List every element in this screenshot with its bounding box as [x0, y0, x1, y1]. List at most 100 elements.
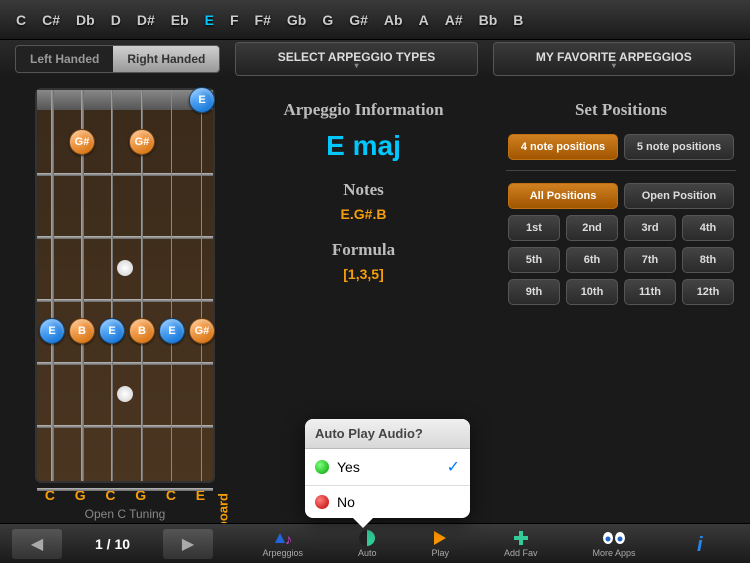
more-apps-label: More Apps [592, 548, 635, 558]
formula-value: [1,3,5] [235, 266, 492, 282]
string [171, 90, 172, 481]
fret-note[interactable]: E [189, 87, 215, 113]
info-icon: i [690, 535, 712, 553]
left-handed-button[interactable]: Left Handed [16, 46, 113, 72]
positions-title: Set Positions [502, 100, 740, 120]
key-B[interactable]: B [505, 8, 531, 32]
fret-note[interactable]: G# [189, 318, 215, 344]
tuning-label: Open C Tuning [35, 507, 215, 521]
position-1st[interactable]: 1st [508, 215, 560, 241]
info-key: E maj [235, 130, 492, 162]
fret-note[interactable]: B [69, 318, 95, 344]
auto-play-popover: Auto Play Audio? Yes ✓ No [305, 419, 470, 518]
key-Gsharp[interactable]: G# [341, 8, 376, 32]
fret-note[interactable]: E [39, 318, 65, 344]
prev-page-button[interactable]: ◀ [12, 529, 62, 559]
arpeggios-button[interactable]: ♪ Arpeggios [262, 529, 303, 558]
key-selector-bar: CC#DbDD#EbEFF#GbGG#AbAA#BbB [0, 0, 750, 40]
key-E[interactable]: E [197, 8, 222, 32]
play-button[interactable]: Play [431, 529, 449, 558]
key-Ab[interactable]: Ab [376, 8, 411, 32]
fret-wire [37, 299, 213, 302]
key-Gb[interactable]: Gb [279, 8, 314, 32]
position-8th[interactable]: 8th [682, 247, 734, 273]
key-Dsharp[interactable]: D# [129, 8, 163, 32]
popover-yes-label: Yes [337, 459, 447, 475]
fret-note[interactable]: B [129, 318, 155, 344]
fret-wire [37, 362, 213, 365]
my-favorite-arpeggios-dropdown[interactable]: MY FAVORITE ARPEGGIOS [493, 42, 735, 76]
next-page-button[interactable]: ▶ [163, 529, 213, 559]
svg-text:i: i [697, 534, 703, 555]
key-Csharp[interactable]: C# [34, 8, 68, 32]
fret-note[interactable]: E [99, 318, 125, 344]
key-Asharp[interactable]: A# [437, 8, 471, 32]
string [201, 90, 202, 481]
eyes-icon [601, 529, 627, 547]
right-handed-button[interactable]: Right Handed [113, 46, 219, 72]
position-4th[interactable]: 4th [682, 215, 734, 241]
fret-note[interactable]: G# [69, 129, 95, 155]
options-bar: Left Handed Right Handed SELECT ARPEGGIO… [0, 40, 750, 78]
key-D[interactable]: D [103, 8, 129, 32]
arpeggios-icon: ♪ [273, 529, 293, 547]
position-12th[interactable]: 12th [682, 279, 734, 305]
position-7th[interactable]: 7th [624, 247, 676, 273]
fret-wire [37, 236, 213, 239]
red-dot-icon [315, 495, 329, 509]
position-all-positions[interactable]: All Positions [508, 183, 618, 209]
bottom-toolbar: ◀ 1 / 10 ▶ ♪ Arpeggios Auto Play Add Fav… [0, 523, 750, 563]
notes-value: E.G#.B [235, 206, 492, 222]
nut [37, 90, 213, 110]
info-button[interactable]: i [690, 535, 712, 553]
fret-note[interactable]: G# [129, 129, 155, 155]
key-Fsharp[interactable]: F# [247, 8, 279, 32]
key-Eb[interactable]: Eb [163, 8, 197, 32]
page-nav: ◀ 1 / 10 ▶ [0, 529, 225, 559]
check-icon: ✓ [447, 457, 460, 477]
key-C[interactable]: C [8, 8, 34, 32]
fret-wire [37, 488, 213, 491]
more-apps-button[interactable]: More Apps [592, 529, 635, 558]
position-9th[interactable]: 9th [508, 279, 560, 305]
fret-note[interactable]: E [159, 318, 185, 344]
fret-inlay [117, 386, 133, 402]
position-3rd[interactable]: 3rd [624, 215, 676, 241]
position-11th[interactable]: 11th [624, 279, 676, 305]
play-icon [432, 529, 448, 547]
position-5th[interactable]: 5th [508, 247, 560, 273]
select-arpeggio-types-dropdown[interactable]: SELECT ARPEGGIO TYPES [235, 42, 477, 76]
add-fav-button[interactable]: Add Fav [504, 529, 538, 558]
key-F[interactable]: F [222, 8, 247, 32]
auto-label: Auto [358, 548, 377, 558]
key-A[interactable]: A [411, 8, 437, 32]
formula-heading: Formula [235, 240, 492, 260]
string [111, 90, 113, 481]
fret-wire [37, 173, 213, 176]
fret-wire [37, 425, 213, 428]
key-Bb[interactable]: Bb [471, 8, 506, 32]
position-5-note-positions[interactable]: 5 note positions [624, 134, 734, 160]
auto-button[interactable]: Auto [358, 529, 377, 558]
fret-inlay [117, 260, 133, 276]
handedness-segment: Left Handed Right Handed [15, 45, 220, 73]
popover-title: Auto Play Audio? [305, 419, 470, 449]
key-G[interactable]: G [314, 8, 341, 32]
key-Db[interactable]: Db [68, 8, 103, 32]
position-10th[interactable]: 10th [566, 279, 618, 305]
plus-icon [512, 529, 530, 547]
green-dot-icon [315, 460, 329, 474]
popover-no-label: No [337, 494, 460, 510]
position-6th[interactable]: 6th [566, 247, 618, 273]
position-2nd[interactable]: 2nd [566, 215, 618, 241]
auto-icon [358, 529, 376, 547]
position-4-note-positions[interactable]: 4 note positions [508, 134, 618, 160]
popover-option-no[interactable]: No [305, 486, 470, 518]
fretboard[interactable]: EG#G#EBEBEG# [35, 88, 215, 483]
string [51, 90, 54, 481]
position-open-position[interactable]: Open Position [624, 183, 734, 209]
popover-option-yes[interactable]: Yes ✓ [305, 449, 470, 486]
divider [506, 170, 736, 171]
toolbar-buttons: ♪ Arpeggios Auto Play Add Fav More Apps … [225, 529, 750, 558]
notes-heading: Notes [235, 180, 492, 200]
